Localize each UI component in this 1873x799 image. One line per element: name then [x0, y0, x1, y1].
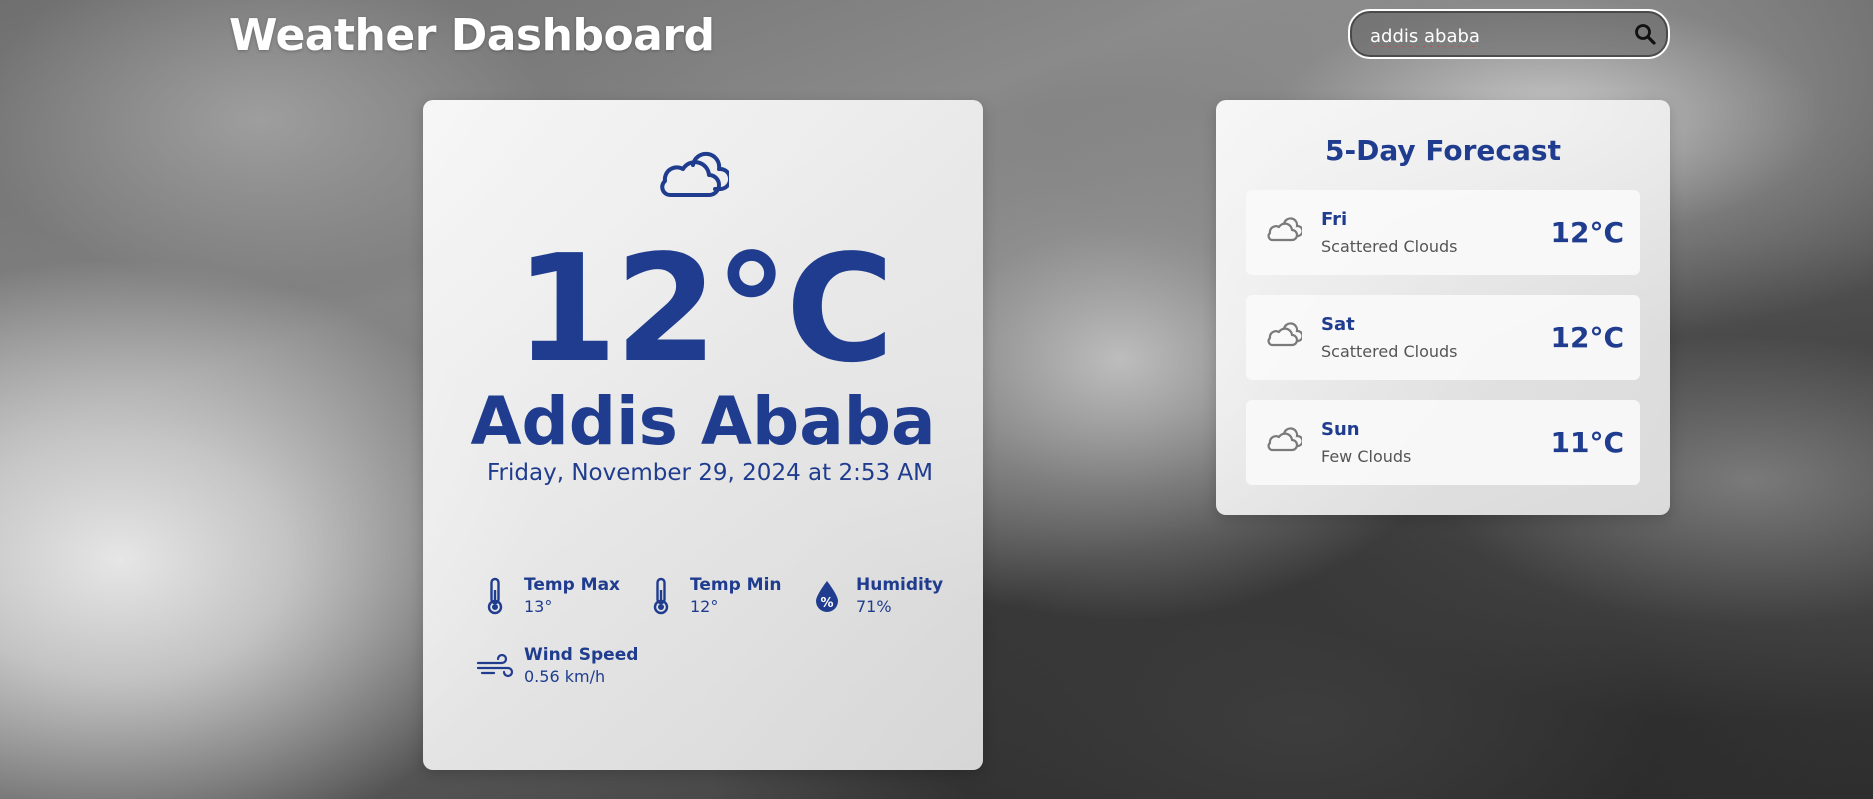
date-time: Friday, November 29, 2024 at 2:53 AM: [487, 460, 933, 486]
detail-wind-speed: Wind Speed 0.56 km/h: [474, 644, 638, 688]
wind-icon: [474, 645, 516, 687]
humidity-icon: %: [806, 575, 848, 617]
detail-humidity: % Humidity 71%: [806, 574, 943, 618]
forecast-temperature: 11°C: [1550, 426, 1624, 459]
cloud-icon: [660, 151, 729, 197]
detail-temp-max: Temp Max 13°: [474, 574, 620, 618]
city-name: Addis Ababa: [470, 383, 936, 460]
detail-value: 0.56 km/h: [524, 667, 606, 686]
detail-label: Temp Min: [690, 575, 782, 595]
forecast-day: Sat: [1321, 314, 1355, 335]
detail-value: 12°: [690, 597, 719, 616]
forecast-item-fri: Fri Scattered Clouds 12°C: [1246, 190, 1640, 275]
thermometer-icon: [474, 575, 516, 617]
forecast-temperature: 12°C: [1550, 321, 1624, 354]
detail-label: Wind Speed: [524, 645, 639, 665]
current-temperature: 12°C: [514, 223, 895, 395]
forecast-day: Sun: [1321, 419, 1360, 440]
forecast-item-sun: Sun Few Clouds 11°C: [1246, 400, 1640, 485]
cloud-icon: [1267, 217, 1302, 242]
search-icon: [1635, 24, 1656, 45]
forecast-day: Fri: [1321, 209, 1348, 230]
forecast-description: Scattered Clouds: [1321, 342, 1458, 361]
detail-temp-min: Temp Min 12°: [640, 574, 782, 618]
svg-text:%: %: [820, 596, 833, 611]
forecast-description: Scattered Clouds: [1321, 237, 1458, 256]
forecast-description: Few Clouds: [1321, 447, 1412, 466]
cloud-icon: [1267, 322, 1302, 347]
detail-value: 71%: [856, 597, 892, 616]
cloud-icon: [1267, 427, 1302, 452]
thermometer-icon: [640, 575, 682, 617]
detail-value: 13°: [524, 597, 553, 616]
search-button[interactable]: [1632, 22, 1658, 48]
forecast-temperature: 12°C: [1550, 216, 1624, 249]
search-bar[interactable]: [1348, 9, 1670, 59]
detail-label: Temp Max: [524, 575, 621, 595]
page-title: Weather Dashboard: [229, 10, 715, 61]
detail-label: Humidity: [856, 575, 944, 595]
search-input[interactable]: [1368, 21, 1622, 51]
forecast-title: 5-Day Forecast: [1325, 134, 1561, 167]
forecast-item-sat: Sat Scattered Clouds 12°C: [1246, 295, 1640, 380]
